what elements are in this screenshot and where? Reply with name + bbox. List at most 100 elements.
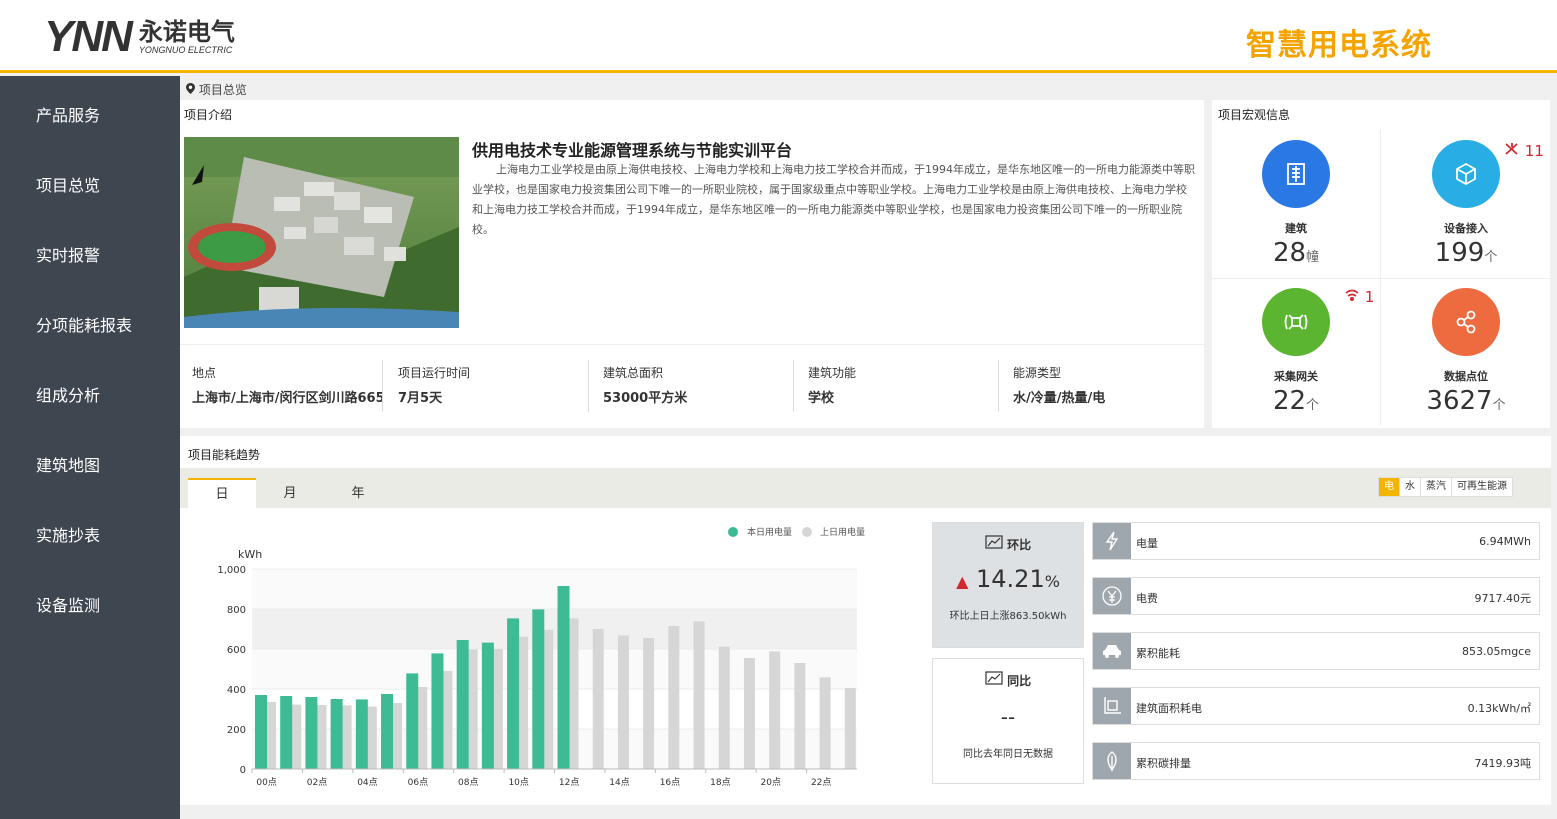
stat-area-consumption-value: 0.13kWh/㎡ bbox=[1467, 702, 1531, 715]
bar-previous-day bbox=[743, 658, 755, 769]
intro-section-title: 项目介绍 bbox=[184, 108, 233, 122]
logo-english-name: YONGNUO ELECTRIC bbox=[138, 45, 233, 55]
energy-type-electric[interactable]: 电 bbox=[1379, 478, 1400, 496]
stat-electricity-fee: 电费 9717.40元 bbox=[1092, 577, 1540, 615]
y-tick-label: 1,000 bbox=[217, 565, 246, 576]
legend-label-today: 本日用电量 bbox=[747, 526, 792, 538]
trend-header: 项目能耗趋势 bbox=[180, 436, 1551, 468]
macro-gateway[interactable]: 采集网关 22个 1 bbox=[1212, 278, 1380, 426]
breadcrumb: 项目总览 bbox=[186, 81, 247, 98]
macro-device-access-label: 设备接入 bbox=[1444, 222, 1488, 235]
info-location-value: 上海市/上海市/闵行区剑川路665 bbox=[192, 391, 382, 406]
sidebar-item-energy-report[interactable]: 分项能耗报表 bbox=[36, 312, 132, 336]
macro-device-access[interactable]: 设备接入 199个 11 bbox=[1382, 130, 1550, 278]
system-title: 智慧用电系统 bbox=[1246, 28, 1432, 63]
sidebar-item-building-map[interactable]: 建筑地图 bbox=[36, 452, 100, 476]
y-tick-label: 600 bbox=[227, 645, 246, 656]
bar-previous-day bbox=[592, 629, 604, 769]
area-icon bbox=[1093, 688, 1131, 724]
x-tick-label: 06点 bbox=[408, 777, 428, 788]
bar-today bbox=[557, 586, 570, 769]
bar-today bbox=[255, 695, 267, 769]
bar-previous-day bbox=[617, 635, 629, 769]
tab-month[interactable]: 月 bbox=[256, 478, 324, 508]
sidebar-item-realtime-alarm[interactable]: 实时报警 bbox=[36, 242, 100, 266]
info-run-time: 项目运行时间 7月5天 bbox=[398, 364, 588, 406]
bar-previous-day bbox=[668, 626, 680, 769]
macro-data-points[interactable]: 数据点位 3627个 bbox=[1382, 278, 1550, 426]
bar-previous-day bbox=[769, 651, 781, 769]
bar-today bbox=[330, 699, 343, 769]
stat-electricity-fee-label: 电费 bbox=[1136, 592, 1158, 605]
breadcrumb-current[interactable]: 项目总览 bbox=[199, 83, 247, 97]
ring-compare-title: 环比 bbox=[933, 535, 1083, 553]
sidebar-item-device-monitor[interactable]: 设备监测 bbox=[36, 592, 100, 616]
company-logo[interactable]: YNN 永诺电气 YONGNUO ELECTRIC bbox=[44, 12, 235, 62]
info-location: 地点 上海市/上海市/闵行区剑川路665 bbox=[192, 364, 382, 406]
lightning-icon bbox=[1093, 523, 1131, 559]
macro-data-points-label: 数据点位 bbox=[1444, 370, 1488, 383]
macro-section-title: 项目宏观信息 bbox=[1218, 108, 1291, 122]
y-tick-label: 200 bbox=[227, 725, 246, 736]
ring-compare-note: 环比上日上涨863.50kWh bbox=[949, 611, 1067, 622]
x-tick-label: 04点 bbox=[357, 777, 377, 788]
project-description: 上海电力工业学校是由原上海供电技校、上海电力学校和上海电力技工学校合并而成，于1… bbox=[472, 163, 1195, 236]
bar-today bbox=[532, 609, 545, 769]
campus-aerial-image bbox=[184, 137, 459, 328]
info-run-time-label: 项目运行时间 bbox=[398, 366, 471, 380]
bar-today bbox=[431, 653, 444, 769]
grid-band bbox=[252, 649, 857, 689]
macro-building-label: 建筑 bbox=[1285, 222, 1307, 235]
info-location-label: 地点 bbox=[192, 366, 217, 380]
x-tick-label: 00点 bbox=[256, 777, 276, 788]
stat-carbon-emission: 累积碳排量 7419.93吨 bbox=[1092, 742, 1540, 780]
yoy-compare-title: 同比 bbox=[933, 671, 1083, 689]
bar-today bbox=[406, 673, 419, 769]
stat-electricity-fee-value: 9717.40元 bbox=[1474, 592, 1532, 605]
x-tick-label: 16点 bbox=[660, 777, 680, 788]
sidebar-item-composition-analysis[interactable]: 组成分析 bbox=[36, 382, 100, 406]
macro-data-points-value: 3627个 bbox=[1426, 386, 1506, 416]
tab-day[interactable]: 日 bbox=[188, 478, 256, 508]
tab-year[interactable]: 年 bbox=[324, 478, 392, 508]
macro-gateway-label: 采集网关 bbox=[1274, 370, 1318, 383]
device-offline-icon bbox=[1504, 142, 1525, 160]
bar-today bbox=[355, 699, 368, 769]
info-building-function: 建筑功能 学校 bbox=[808, 364, 998, 406]
leaf-icon bbox=[1093, 743, 1131, 779]
bar-previous-day bbox=[643, 638, 655, 769]
info-building-function-label: 建筑功能 bbox=[808, 366, 857, 380]
stat-electricity-value: 6.94MWh bbox=[1479, 535, 1531, 548]
bar-today bbox=[507, 618, 520, 769]
yoy-compare-box: 同比 -- 同比去年同日无数据 bbox=[932, 658, 1084, 784]
device-offline-badge[interactable]: 11 bbox=[1504, 142, 1544, 160]
energy-type-water[interactable]: 水 bbox=[1400, 478, 1421, 496]
share-nodes-icon bbox=[1432, 288, 1500, 356]
bar-today bbox=[381, 694, 394, 769]
x-tick-label: 20点 bbox=[761, 777, 781, 788]
info-energy-type-label: 能源类型 bbox=[1013, 366, 1062, 380]
macro-building[interactable]: 建筑 28幢 bbox=[1212, 130, 1380, 278]
sidebar-item-project-overview[interactable]: 项目总览 bbox=[36, 172, 100, 196]
app-header: YNN 永诺电气 YONGNUO ELECTRIC 智慧用电系统 bbox=[0, 0, 1557, 73]
stat-electricity-label: 电量 bbox=[1136, 537, 1158, 550]
legend-marker-previous bbox=[802, 527, 812, 537]
yoy-compare-value: -- bbox=[1000, 705, 1016, 729]
gateway-alert-badge[interactable]: 1 bbox=[1344, 288, 1374, 306]
sidebar-item-product-service[interactable]: 产品服务 bbox=[36, 102, 100, 126]
sidebar-item-meter-reading[interactable]: 实施抄表 bbox=[36, 522, 100, 546]
project-title: 供用电技术专业能源管理系统与节能实训平台 bbox=[472, 141, 793, 160]
stat-cumulative-energy: 累积能耗 853.05mgce bbox=[1092, 632, 1540, 670]
location-pin-icon bbox=[186, 83, 199, 97]
energy-type-steam[interactable]: 蒸汽 bbox=[1421, 478, 1452, 496]
bar-today bbox=[481, 642, 494, 769]
legend-label-previous: 上日用电量 bbox=[820, 526, 865, 538]
yoy-compare-note: 同比去年同日无数据 bbox=[963, 749, 1053, 760]
energy-type-renewable[interactable]: 可再生能源 bbox=[1452, 478, 1512, 496]
y-axis-unit-label: kWh bbox=[238, 548, 262, 561]
energy-type-toggle: 电 水 蒸汽 可再生能源 bbox=[1378, 477, 1513, 497]
stat-cumulative-energy-value: 853.05mgce bbox=[1461, 645, 1531, 658]
bar-previous-day bbox=[844, 688, 856, 769]
macro-gateway-value: 22个 bbox=[1272, 386, 1320, 416]
sidebar-nav: 产品服务 项目总览 实时报警 分项能耗报表 组成分析 建筑地图 实施抄表 设备监… bbox=[0, 76, 180, 819]
